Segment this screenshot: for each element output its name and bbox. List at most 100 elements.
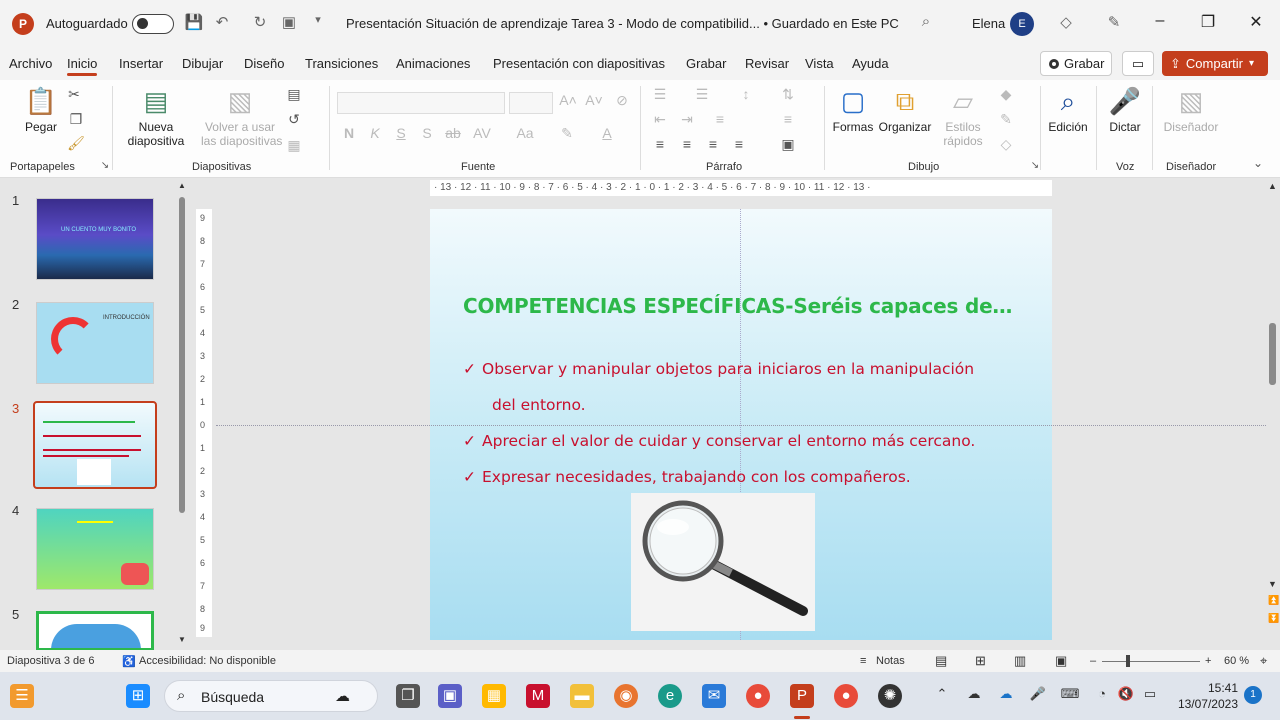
- designer-button[interactable]: ▧ Diseñador: [1160, 86, 1222, 134]
- slide-title[interactable]: COMPETENCIAS ESPECÍFICAS-Seréis capaces …: [463, 294, 1012, 318]
- volume-muted-icon[interactable]: 🔇: [1116, 686, 1136, 702]
- windows-start-icon[interactable]: ⊞: [126, 684, 150, 708]
- change-case-icon[interactable]: Aa: [515, 125, 535, 141]
- reading-view-icon[interactable]: ▥: [1014, 653, 1026, 669]
- font-color-icon[interactable]: A: [597, 125, 617, 141]
- close-icon[interactable]: ✕: [1246, 12, 1266, 32]
- clear-format-icon[interactable]: ⊘: [612, 92, 632, 109]
- file-explorer-icon[interactable]: ▬: [570, 684, 594, 708]
- line-spacing-icon[interactable]: ↕: [736, 86, 756, 102]
- present-from-start-icon[interactable]: ▣: [279, 13, 299, 31]
- menu-animaciones[interactable]: Animaciones: [396, 56, 470, 71]
- scroll-down-icon[interactable]: ▼: [1268, 579, 1277, 589]
- search-icon[interactable]: ⌕: [916, 13, 936, 30]
- next-slide-icon[interactable]: ⏬: [1268, 613, 1279, 624]
- bullet-3[interactable]: ✓ Expresar necesidades, trabajando con lo…: [463, 468, 911, 486]
- bold-icon[interactable]: N: [339, 125, 359, 141]
- mail-icon[interactable]: ✉: [702, 684, 726, 708]
- diamond-icon[interactable]: ◇: [1056, 13, 1076, 31]
- show-hidden-icons[interactable]: ⌃: [932, 686, 952, 702]
- align-right-icon[interactable]: ≡: [703, 136, 723, 152]
- onedrive-blue-icon[interactable]: ☁: [996, 686, 1016, 702]
- increase-indent-icon[interactable]: ⇥: [677, 111, 697, 128]
- edge-icon[interactable]: e: [658, 684, 682, 708]
- decrease-font-icon[interactable]: A˅: [584, 92, 604, 108]
- decrease-indent-icon[interactable]: ⇤: [650, 111, 670, 128]
- align-center-icon[interactable]: ≡: [677, 136, 697, 152]
- shape-outline-icon[interactable]: ✎: [996, 111, 1016, 128]
- maximize-icon[interactable]: ❐: [1198, 12, 1218, 32]
- zoom-level[interactable]: 60 %: [1224, 655, 1249, 667]
- normal-view-icon[interactable]: ▤: [935, 653, 947, 669]
- widget-icon[interactable]: ☰: [10, 684, 34, 708]
- save-icon[interactable]: 💾: [184, 13, 204, 31]
- taskbar-clock[interactable]: 15:41 13/07/2023: [1166, 680, 1238, 712]
- paste-button[interactable]: 📋 Pegar: [22, 86, 60, 134]
- menu-insertar[interactable]: Insertar: [119, 56, 163, 71]
- menu-archivo[interactable]: Archivo: [9, 56, 52, 71]
- zoom-slider-thumb[interactable]: [1126, 655, 1130, 667]
- powerpoint-taskbar-icon[interactable]: P: [790, 684, 814, 708]
- thumbnail-slide-3[interactable]: [33, 401, 157, 489]
- fit-to-window-icon[interactable]: ⌖: [1260, 653, 1267, 669]
- openai-icon[interactable]: ✺: [878, 684, 902, 708]
- shape-effects-icon[interactable]: ◇: [996, 136, 1016, 153]
- cut-icon[interactable]: ✂: [64, 86, 84, 103]
- spacing-icon[interactable]: AV: [472, 125, 492, 141]
- pen-icon[interactable]: ✎: [1104, 13, 1124, 31]
- thumbnails-scrollbar[interactable]: ▲ ▼: [178, 179, 186, 650]
- editing-button[interactable]: ⌕ Edición: [1046, 86, 1090, 134]
- layout-icon[interactable]: ▤: [284, 86, 304, 103]
- zoom-slider[interactable]: [1102, 661, 1200, 662]
- app-icon[interactable]: ◉: [614, 684, 638, 708]
- menu-transiciones[interactable]: Transiciones: [305, 56, 378, 71]
- shape-fill-icon[interactable]: ◆: [996, 86, 1016, 103]
- new-slide-button[interactable]: ▤ Nueva diapositiva: [120, 86, 192, 148]
- onedrive-icon[interactable]: ☁: [964, 686, 984, 702]
- strikethrough-icon[interactable]: ab: [443, 125, 463, 141]
- comments-button[interactable]: ▭: [1122, 51, 1154, 76]
- store-icon[interactable]: ▦: [482, 684, 506, 708]
- zoom-out-icon[interactable]: –: [1090, 655, 1096, 667]
- accessibility-status[interactable]: Accesibilidad: No disponible: [139, 655, 276, 667]
- menu-inicio[interactable]: Inicio: [67, 56, 98, 76]
- increase-font-icon[interactable]: A˄: [558, 92, 578, 108]
- undo-icon[interactable]: ↶: [212, 13, 232, 31]
- justify-icon[interactable]: ≡: [729, 136, 749, 152]
- thumbnail-slide-5[interactable]: [36, 611, 154, 651]
- collapse-ribbon-icon[interactable]: ⌄: [1248, 156, 1268, 170]
- minimize-icon[interactable]: –: [1150, 12, 1170, 30]
- italic-icon[interactable]: K: [365, 125, 385, 141]
- reuse-slides-button[interactable]: ▧ Volver a usar las diapositivas: [201, 86, 282, 148]
- menu-ayuda[interactable]: Ayuda: [852, 56, 889, 71]
- bullet-1-continued[interactable]: del entorno.: [492, 396, 586, 414]
- user-name[interactable]: Elena: [972, 16, 1005, 31]
- menu-vista[interactable]: Vista: [805, 56, 834, 71]
- scrollbar-thumb[interactable]: [1269, 323, 1276, 385]
- share-button[interactable]: ⇪ Compartir ▾: [1162, 51, 1268, 76]
- notification-badge[interactable]: 1: [1244, 686, 1262, 704]
- taskbar-search[interactable]: ⌕ Búsqueda ☁: [164, 680, 378, 712]
- thumbnail-slide-1[interactable]: UN CUENTO MUY BONITO: [36, 198, 154, 280]
- previous-slide-icon[interactable]: ⏫: [1268, 595, 1279, 606]
- bullet-2[interactable]: ✓ Apreciar el valor de cuidar y conservar…: [463, 432, 975, 450]
- menu-diseno[interactable]: Diseño: [244, 56, 284, 71]
- reset-icon[interactable]: ↺: [284, 111, 304, 128]
- highlight-icon[interactable]: ✎: [557, 125, 577, 142]
- shapes-button[interactable]: ▢ Formas: [832, 86, 874, 134]
- notes-button[interactable]: Notas: [876, 655, 905, 667]
- teams-icon[interactable]: ▣: [438, 684, 462, 708]
- chrome-icon[interactable]: ●: [746, 684, 770, 708]
- format-painter-icon[interactable]: 🖌: [66, 135, 86, 152]
- menu-presentacion[interactable]: Presentación con diapositivas: [493, 56, 665, 71]
- task-view-icon[interactable]: ❐: [396, 684, 420, 708]
- font-family-select[interactable]: [337, 92, 505, 114]
- slide-sorter-icon[interactable]: ⊞: [975, 653, 986, 669]
- quick-styles-button[interactable]: ▱ Estilos rápidos: [938, 86, 988, 148]
- section-icon[interactable]: ▦: [284, 137, 304, 154]
- avatar[interactable]: E: [1010, 12, 1034, 36]
- chevron-down-icon[interactable]: ⌄: [858, 15, 878, 29]
- menu-revisar[interactable]: Revisar: [745, 56, 789, 71]
- text-direction-icon[interactable]: ⇅: [778, 86, 798, 103]
- align-text-icon[interactable]: ≡: [778, 111, 798, 127]
